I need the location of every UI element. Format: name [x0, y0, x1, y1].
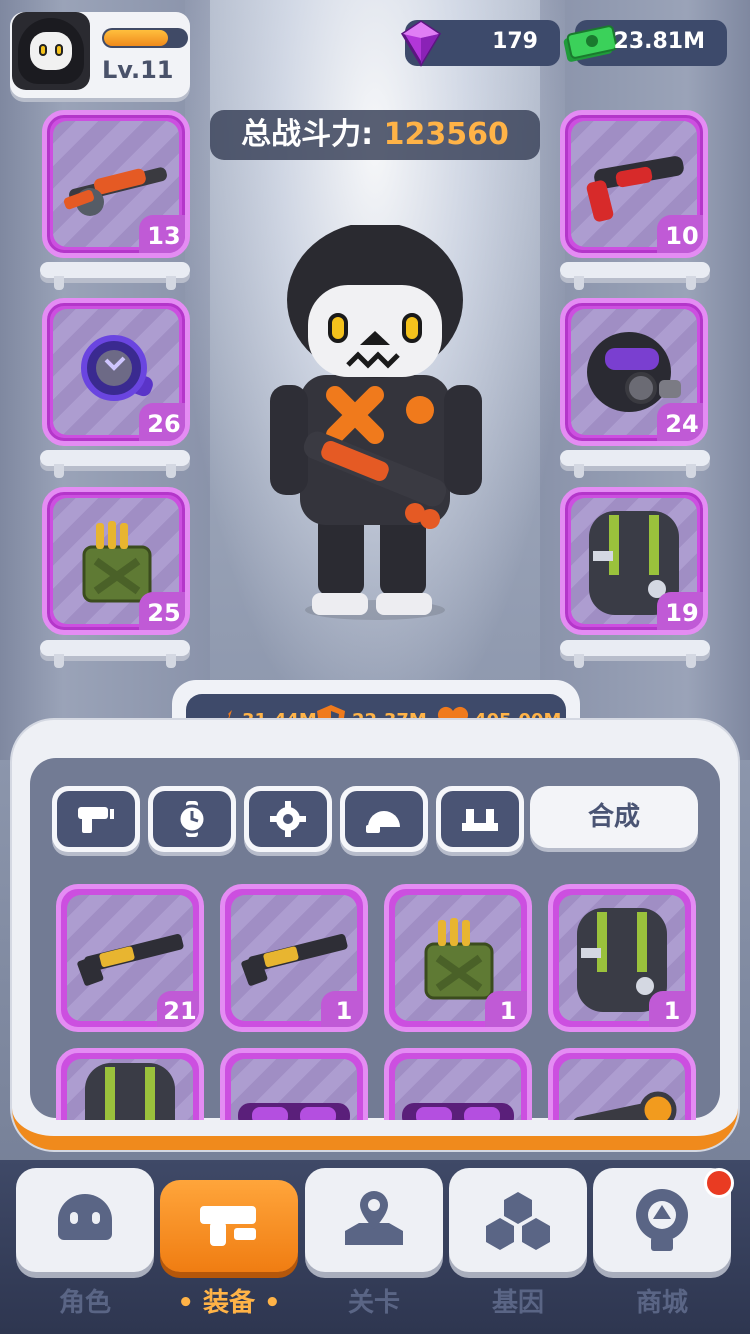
slot-armor[interactable]: 19 [560, 487, 708, 635]
item-count: 1 [649, 991, 691, 1027]
shelf [40, 262, 190, 290]
slot-weapon[interactable]: 13 [42, 110, 190, 258]
hexagon-icon [486, 1192, 550, 1250]
nav-label: • 装备 • [177, 1288, 281, 1318]
watch-tab-icon [177, 801, 207, 837]
gem-count: 179 [492, 29, 538, 54]
power-value: 123560 [383, 117, 509, 152]
inventory-item[interactable] [56, 1048, 204, 1120]
item-count: 1 [321, 991, 363, 1027]
nav-label: 关卡 [347, 1288, 400, 1318]
tab-armor[interactable] [436, 786, 524, 852]
gear-icon [270, 801, 306, 837]
nav-label: 角色 [58, 1288, 111, 1318]
item-count: 21 [157, 991, 199, 1027]
helmet-icon [366, 811, 400, 833]
inventory-row-partial [30, 1040, 720, 1120]
item-count: 24 [657, 403, 703, 441]
item-count: 19 [657, 592, 703, 630]
character-model[interactable] [260, 225, 490, 625]
player-level: Lv.11 [102, 56, 174, 84]
power-label: 总战斗力: [241, 117, 374, 152]
cash-icon [563, 25, 618, 62]
scope-icon [572, 1091, 677, 1120]
nav-genes[interactable] [449, 1168, 587, 1272]
nav-equipment[interactable] [160, 1180, 298, 1272]
bottom-nav: 角色 • 装备 • 关卡 基因 商城 [0, 1160, 750, 1334]
nav-label: 基因 [491, 1288, 544, 1318]
cash-count: 23.81M [613, 29, 705, 54]
notification-dot [704, 1168, 734, 1198]
total-power: 总战斗力: 123560 [210, 110, 540, 160]
item-count: 25 [139, 592, 185, 630]
merge-button[interactable]: 合成 [530, 786, 698, 848]
gem-counter[interactable]: 179 [400, 20, 560, 67]
shelf [40, 450, 190, 478]
nav-character[interactable] [16, 1168, 154, 1272]
map-pin-icon [345, 1191, 403, 1245]
skull-icon [58, 1194, 112, 1240]
shelf [560, 262, 710, 290]
backpack-icon [85, 1063, 175, 1120]
shelf [40, 640, 190, 668]
item-count: 26 [139, 403, 185, 441]
item-count: 13 [139, 215, 185, 253]
gun-icon [78, 807, 114, 833]
item-count: 10 [657, 215, 703, 253]
assault-rifle-icon [241, 934, 348, 986]
slot-accessory[interactable]: 26 [42, 298, 190, 446]
tab-helmet[interactable] [340, 786, 428, 852]
item-count: 1 [485, 991, 527, 1027]
nav-label: 商城 [635, 1288, 688, 1318]
shelf [560, 640, 710, 668]
tab-accessory[interactable] [148, 786, 236, 852]
inventory-item[interactable] [220, 1048, 368, 1120]
inventory-item[interactable] [548, 1048, 696, 1120]
shelf [560, 450, 710, 478]
slot-helmet[interactable]: 24 [560, 298, 708, 446]
inventory-item[interactable] [384, 1048, 532, 1120]
armor-icon [462, 809, 498, 831]
avatar [12, 12, 90, 90]
inventory-item[interactable]: 21 [56, 884, 204, 1032]
assault-rifle-icon [77, 934, 184, 986]
xp-bar [102, 28, 188, 48]
gun-icon [200, 1206, 256, 1246]
tab-weapon[interactable] [52, 786, 140, 852]
slot-sidearm[interactable]: 10 [560, 110, 708, 258]
shop-icon [636, 1189, 688, 1251]
inventory-item[interactable]: 1 [548, 884, 696, 1032]
goggles-icon [402, 1103, 514, 1120]
slot-ammo[interactable]: 25 [42, 487, 190, 635]
tab-gear[interactable] [244, 786, 332, 852]
inventory-item[interactable]: 1 [220, 884, 368, 1032]
goggles-icon [238, 1103, 350, 1120]
inventory-item[interactable]: 1 [384, 884, 532, 1032]
gem-icon [400, 20, 442, 67]
nav-levels[interactable] [305, 1168, 443, 1272]
player-profile[interactable]: Lv.11 [10, 12, 190, 98]
cash-counter[interactable]: 23.81M [563, 20, 727, 66]
shotgun-icon [63, 167, 167, 216]
